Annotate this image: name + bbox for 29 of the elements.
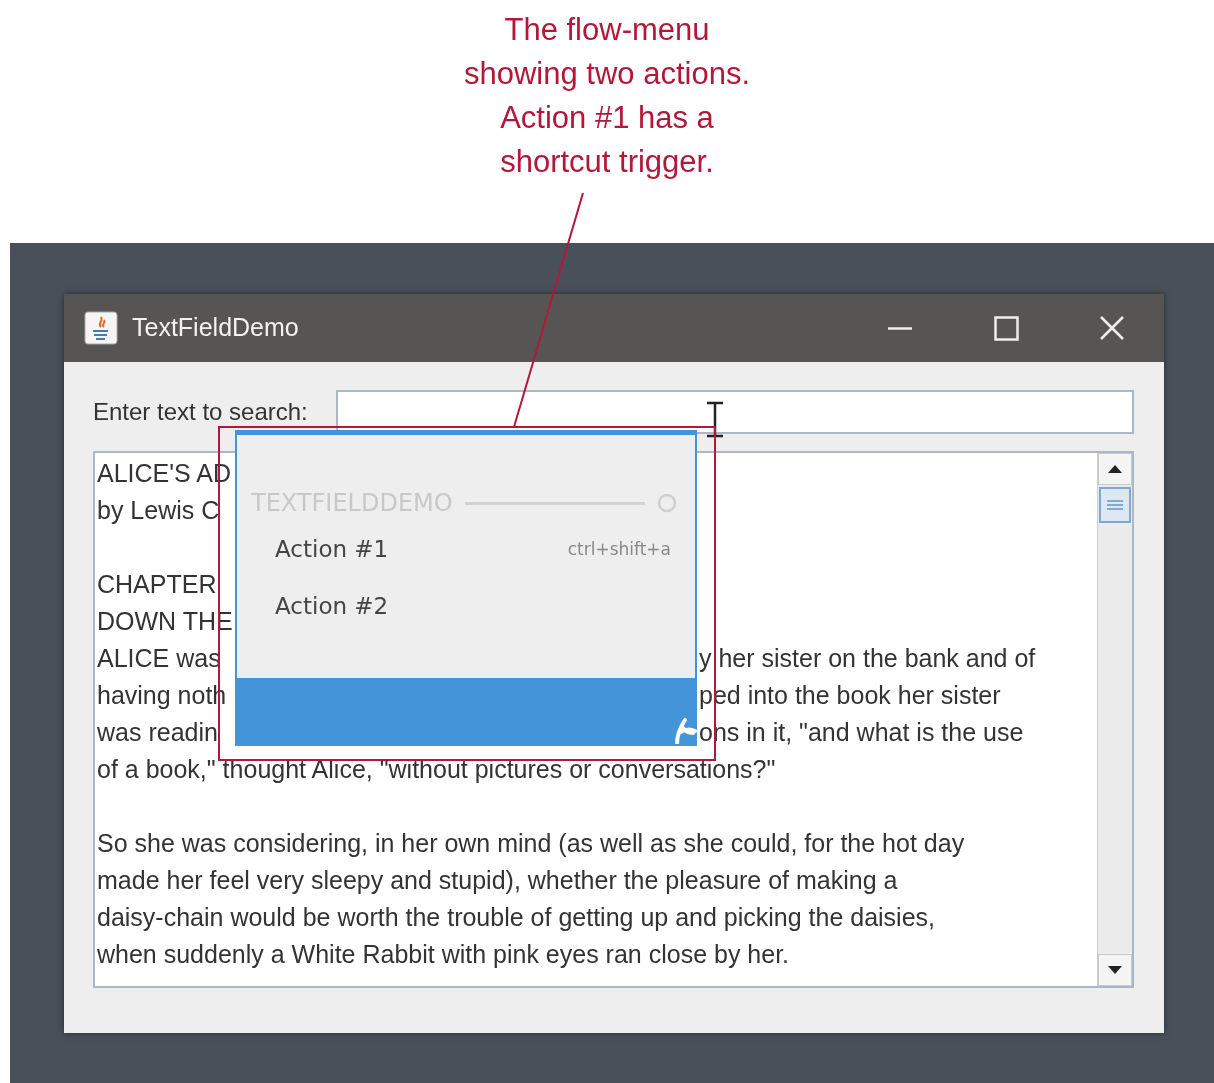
- text-line: of a book," thought Alice, "without pictures or conversations?": [97, 754, 776, 785]
- text-line: y her sister on the bank and of: [699, 643, 1036, 674]
- menu-action[interactable]: Action #1 ctrl+shift+a: [237, 521, 695, 578]
- menu-action[interactable]: Action #2: [237, 578, 695, 635]
- scroll-down-button[interactable]: [1098, 954, 1132, 986]
- text-line: when suddenly a White Rabbit with pink eyes ran close by her.: [97, 939, 790, 970]
- circle-icon: [657, 493, 677, 513]
- text-line: CHAPTER: [97, 569, 217, 600]
- maximize-icon: [993, 315, 1019, 341]
- scroll-thumb[interactable]: [1099, 487, 1131, 523]
- text-line: was readin: [97, 717, 218, 748]
- text-line: made her feel very sleepy and stupid), whether the pleasure of making a: [97, 865, 898, 896]
- search-field[interactable]: [335, 390, 1134, 434]
- scrollbar[interactable]: [1097, 453, 1132, 986]
- text-line: daisy-chain would be worth the trouble of getting up and picking the daisies,: [97, 902, 936, 933]
- down-arrow-icon: [1108, 965, 1122, 975]
- scroll-up-button[interactable]: [1098, 453, 1132, 485]
- window-title: TextFieldDemo: [132, 312, 299, 344]
- minimize-icon: [888, 326, 912, 330]
- up-arrow-icon: [1108, 464, 1122, 474]
- text-cursor-icon: [705, 401, 725, 438]
- text-line: So she was considering, in her own mind (as well as she could, for the hot day: [97, 828, 965, 859]
- text-line: ALICE was: [97, 643, 221, 674]
- shortcut-label: ctrl+shift+a: [567, 537, 671, 561]
- search-label: Enter text to search:: [93, 397, 308, 427]
- text-line: by Lewis C: [97, 495, 220, 526]
- app-icon: [84, 311, 118, 345]
- close-icon: [1100, 316, 1124, 340]
- annotation-text: The flow-menu showing two actions. Action #1 has a shortcut trigger.: [463, 11, 750, 181]
